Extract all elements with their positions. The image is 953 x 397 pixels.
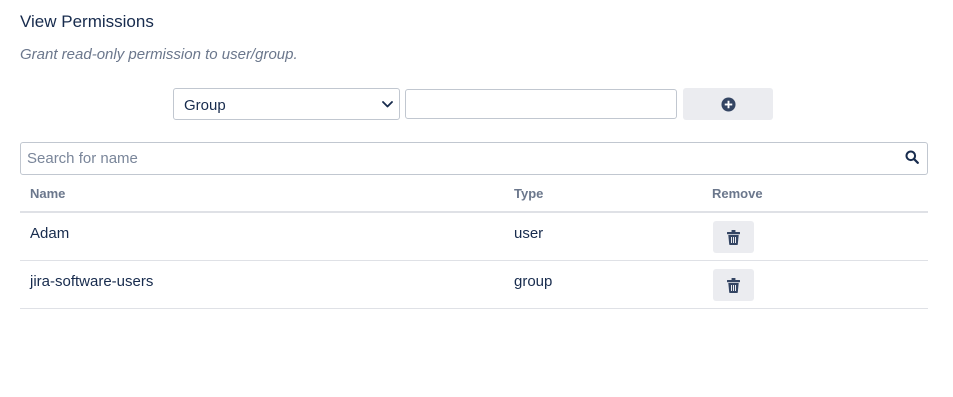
chevron-down-icon bbox=[381, 98, 393, 110]
row-name: jira-software-users bbox=[30, 273, 154, 290]
plus-circle-icon bbox=[720, 96, 736, 112]
add-permission-button[interactable] bbox=[683, 88, 773, 120]
trash-icon bbox=[727, 277, 740, 293]
search-icon[interactable] bbox=[905, 150, 919, 164]
add-permission-form: Group bbox=[173, 88, 773, 120]
page-description: Grant read-only permission to user/group… bbox=[20, 46, 298, 63]
remove-button[interactable] bbox=[713, 221, 754, 253]
trash-icon bbox=[727, 229, 740, 245]
row-name: Adam bbox=[30, 225, 70, 242]
search-field bbox=[20, 142, 928, 175]
column-header-name: Name bbox=[30, 186, 66, 201]
column-header-remove: Remove bbox=[712, 186, 763, 201]
user-group-name-input[interactable] bbox=[405, 89, 677, 119]
column-header-type: Type bbox=[514, 186, 544, 201]
page-title: View Permissions bbox=[20, 12, 154, 31]
search-input[interactable] bbox=[21, 143, 905, 174]
row-type: group bbox=[514, 273, 553, 290]
remove-button[interactable] bbox=[713, 269, 754, 301]
permissions-table: Name Type Remove Adam user jira-software… bbox=[20, 176, 928, 309]
table-row: Adam user bbox=[20, 213, 928, 261]
table-row: jira-software-users group bbox=[20, 261, 928, 309]
row-type: user bbox=[514, 225, 544, 242]
type-select[interactable]: Group bbox=[173, 88, 400, 120]
type-select-value: Group bbox=[184, 96, 226, 114]
table-header: Name Type Remove bbox=[20, 176, 928, 213]
